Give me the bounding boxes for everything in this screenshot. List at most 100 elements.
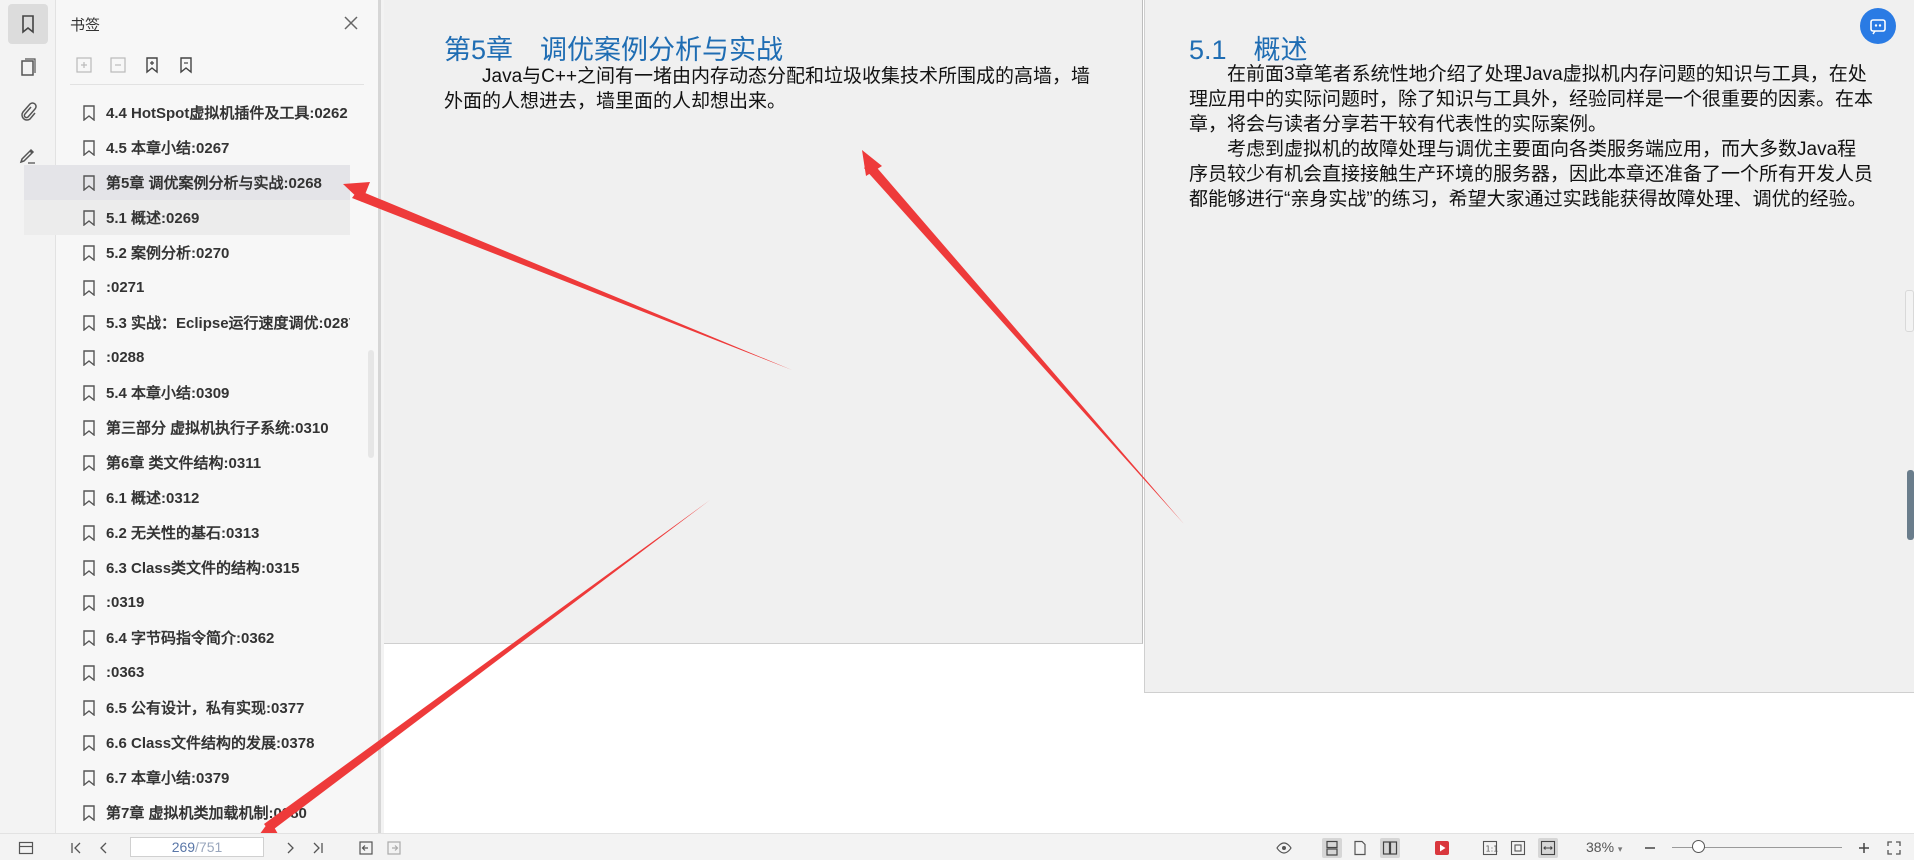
bookmark-item[interactable]: :0271 (24, 270, 350, 305)
bookmark-item[interactable]: 第三部分 虚拟机执行子系统:0310 (24, 410, 350, 445)
continuous-view-icon[interactable] (1322, 838, 1342, 858)
bookmark-label: 第三部分 虚拟机执行子系统:0310 (106, 420, 329, 437)
panel-title: 书签 (70, 17, 101, 34)
bookmark-icon (83, 489, 95, 506)
bookmark-item[interactable]: 6.6 Class文件结构的发展:0378 (24, 725, 350, 760)
bookmark-label: 第6章 类文件结构:0311 (106, 455, 262, 472)
bookmark-label: 6.5 公有设计，私有实现:0377 (106, 700, 305, 717)
fit-width-icon[interactable] (1538, 838, 1558, 858)
play-icon[interactable] (1432, 838, 1452, 858)
page-left: 第5章 调优案例分析与实战 Java与C++之间有一堵由内存动态分配和垃圾收集技… (384, 0, 1143, 644)
bookmark-icon[interactable] (8, 4, 48, 44)
bookmark-label: 第5章 调优案例分析与实战:0268 (106, 175, 322, 192)
bookmark-item[interactable]: 第6章 类文件结构:0311 (24, 445, 350, 480)
bookmark-label: 4.4 HotSpot虚拟机插件及工具:0262 (106, 105, 348, 122)
bookmark-label: 6.3 Class类文件的结构:0315 (106, 560, 300, 577)
bookmark-label: 6.7 本章小结:0379 (106, 770, 230, 787)
single-page-icon[interactable] (1350, 838, 1370, 858)
bookmark-item[interactable]: 6.7 本章小结:0379 (24, 760, 350, 795)
bookmark-item[interactable]: 6.3 Class类文件的结构:0315 (24, 550, 350, 585)
bookmark-icon (83, 209, 95, 226)
bookmark-item[interactable]: 4.4 HotSpot虚拟机插件及工具:0262 (24, 95, 350, 130)
chevron-down-icon: ▾ (1617, 844, 1623, 854)
bookmark-item[interactable]: 6.4 字节码指令简介:0362 (24, 620, 350, 655)
add-bookmark-icon[interactable] (142, 55, 162, 75)
fit-page-icon[interactable] (1508, 838, 1528, 858)
bookmark-label: 6.1 概述:0312 (106, 490, 200, 507)
page-scroll-handle[interactable] (1905, 290, 1914, 332)
bookmark-label: :0288 (106, 349, 145, 366)
back-view-icon[interactable] (356, 838, 376, 858)
bookmark-item[interactable]: 6.1 概述:0312 (24, 480, 350, 515)
forward-view-icon[interactable] (384, 838, 404, 858)
chapter-intro-text: Java与C++之间有一堵由内存动态分配和垃圾收集技术所围成的高墙，墙外面的人想… (444, 66, 1091, 112)
bookmark-icon (83, 734, 95, 751)
status-bar: 269/751 1:1 38% ▾ (0, 833, 1914, 860)
bookmark-label: 5.3 实战：Eclipse运行速度调优:0287 (106, 315, 350, 332)
expand-all-icon[interactable] (74, 55, 94, 75)
bookmark-item[interactable]: :0363 (24, 655, 350, 690)
fullscreen-icon[interactable] (1884, 838, 1904, 858)
bookmark-icon (83, 629, 95, 646)
bookmark-label: :0363 (106, 664, 145, 681)
bookmark-label: 6.6 Class文件结构的发展:0378 (106, 735, 315, 752)
bookmark-label: :0319 (106, 594, 145, 611)
bookmark-item[interactable]: 第7章 虚拟机类加载机制:0380 (24, 795, 350, 830)
bookmark-label: 5.1 概述:0269 (106, 210, 200, 227)
bookmark-icon (83, 769, 95, 786)
bookmark-label: 6.2 无关性的基石:0313 (106, 525, 260, 542)
eye-icon[interactable] (1274, 838, 1294, 858)
current-page: 269 (171, 839, 196, 855)
collapse-all-icon[interactable] (108, 55, 128, 75)
document-view[interactable]: 第5章 调优案例分析与实战 Java与C++之间有一堵由内存动态分配和垃圾收集技… (384, 0, 1914, 833)
prev-page-icon[interactable] (94, 838, 114, 858)
panel-toggle-icon[interactable] (16, 838, 36, 858)
bookmark-label: :0271 (106, 279, 145, 296)
ai-assistant-button[interactable] (1860, 8, 1896, 44)
bookmark-list: 4.4 HotSpot虚拟机插件及工具:0262 4.5 本章小结:0267 第5章… (24, 95, 362, 830)
zoom-in-icon[interactable] (1854, 838, 1874, 858)
bookmark-icon (83, 384, 95, 401)
bookmark-icon (83, 454, 95, 471)
actual-size-icon[interactable]: 1:1 (1480, 838, 1500, 858)
bookmark-toolbar (74, 55, 196, 75)
bookmark-item[interactable]: :0288 (24, 340, 350, 375)
bookmark-item[interactable]: 第5章 调优案例分析与实战:0268 (24, 165, 350, 200)
bookmark-icon (83, 559, 95, 576)
page-number-input[interactable]: 269/751 (130, 837, 264, 857)
panel-scrollbar[interactable] (368, 350, 374, 458)
zoom-level: 38% (1586, 839, 1615, 855)
next-page-icon[interactable] (280, 838, 300, 858)
bookmark-icon (83, 804, 95, 821)
bookmark-icon (83, 244, 95, 261)
bookmark-icon (83, 174, 95, 191)
bookmark-icon (83, 699, 95, 716)
zoom-dropdown[interactable]: 38% ▾ (1586, 839, 1622, 855)
bookmark-label: 第7章 虚拟机类加载机制:0380 (106, 805, 307, 822)
first-page-icon[interactable] (66, 838, 86, 858)
zoom-slider-handle[interactable] (1691, 840, 1705, 853)
last-page-icon[interactable] (308, 838, 328, 858)
bookmark-item[interactable]: 5.1 概述:0269 (24, 200, 350, 235)
bookmark-item[interactable]: 5.4 本章小结:0309 (24, 375, 350, 410)
bookmark-item[interactable]: :0319 (24, 585, 350, 620)
section-paragraph-1: 在前面3章笔者系统性地介绍了处理Java虚拟机内存问题的知识与工具，在处理应用中… (1189, 64, 1874, 135)
bookmark-item[interactable]: 4.5 本章小结:0267 (24, 130, 350, 165)
bookmark-icon (83, 279, 95, 296)
bookmark-label: 4.5 本章小结:0267 (106, 140, 230, 157)
bookmark-label: 6.4 字节码指令简介:0362 (106, 630, 275, 647)
close-icon[interactable] (340, 12, 362, 34)
bookmark-item[interactable]: 5.2 案例分析:0270 (24, 235, 350, 270)
chapter-title: 第5章 调优案例分析与实战 (444, 35, 784, 65)
total-pages: /751 (195, 839, 223, 855)
bookmark-item[interactable]: 6.5 公有设计，私有实现:0377 (24, 690, 350, 725)
scrollbar-thumb[interactable] (1907, 470, 1914, 540)
remove-bookmark-icon[interactable] (176, 55, 196, 75)
bookmark-label: 5.4 本章小结:0309 (106, 385, 230, 402)
bookmark-label: 5.2 案例分析:0270 (106, 245, 230, 262)
pages-icon[interactable] (8, 48, 48, 88)
zoom-out-icon[interactable] (1640, 838, 1660, 858)
bookmark-item[interactable]: 6.2 无关性的基石:0313 (24, 515, 350, 550)
bookmark-item[interactable]: 5.3 实战：Eclipse运行速度调优:0287 (24, 305, 350, 340)
two-page-icon[interactable] (1380, 838, 1400, 858)
